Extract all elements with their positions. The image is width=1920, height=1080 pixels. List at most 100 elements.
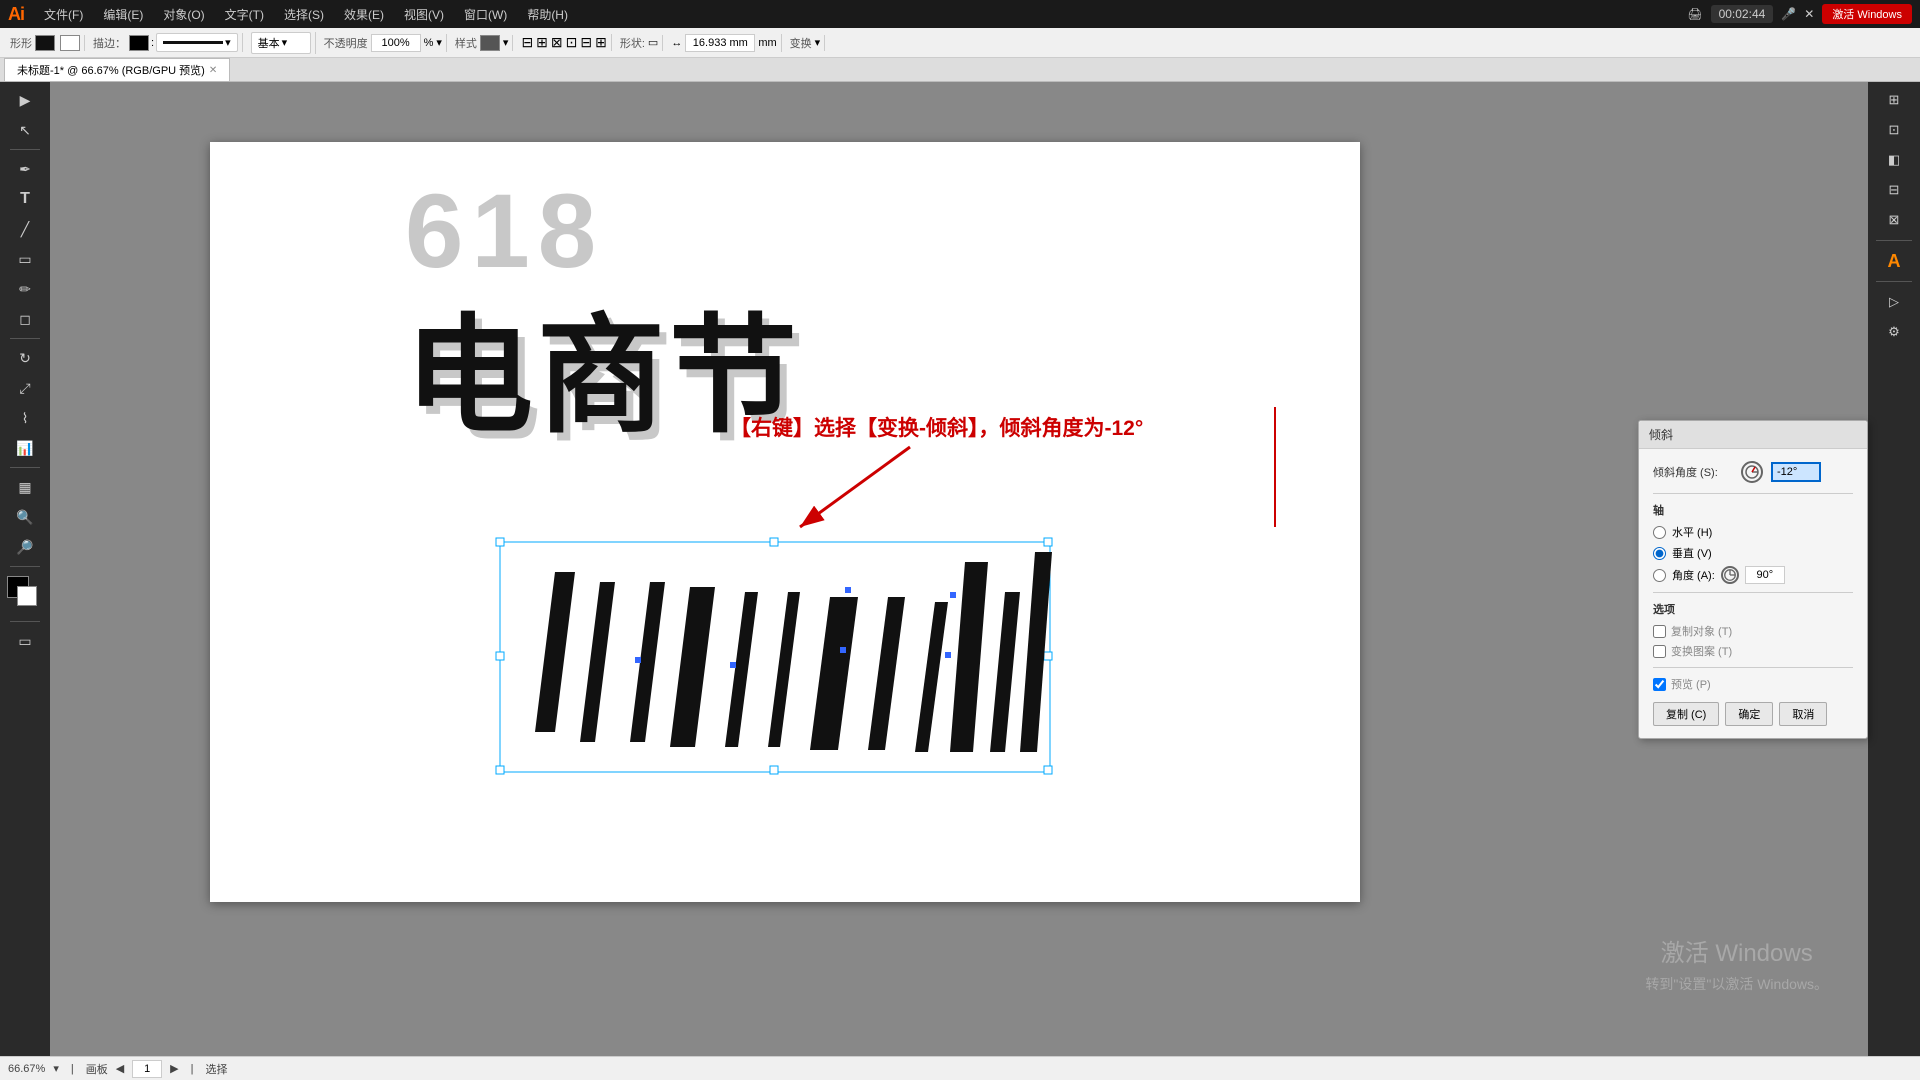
align-left-icon[interactable]: ⊟ bbox=[521, 34, 533, 51]
mm-label: mm bbox=[758, 37, 776, 49]
zoom-chevron[interactable]: ▾ bbox=[53, 1062, 59, 1075]
shape-icon: ▭ bbox=[648, 36, 658, 49]
select-tool-btn[interactable]: ▶ bbox=[7, 86, 43, 114]
right-panel-layers-btn[interactable]: A bbox=[1876, 247, 1912, 275]
bottom-bar: 66.67% ▾ | 画板 ◀ ▶ | 选择 bbox=[0, 1056, 1920, 1080]
page-prev-btn[interactable]: ◀ bbox=[116, 1062, 124, 1075]
rotate-tool-btn[interactable]: ↻ bbox=[7, 344, 43, 372]
copy-objects-checkbox[interactable] bbox=[1653, 625, 1666, 638]
menu-effect[interactable]: 效果(E) bbox=[336, 4, 392, 25]
style-chevron[interactable]: ▾ bbox=[503, 36, 509, 49]
top-right-area: 🖨 00:02:44 🎤 ✕ 激活 Windows bbox=[1687, 4, 1912, 24]
right-panel-divider bbox=[1876, 240, 1912, 241]
menu-bar: Ai 文件(F) 编辑(E) 对象(O) 文字(T) 选择(S) 效果(E) 视… bbox=[0, 0, 1920, 28]
page-indicator: 画板 bbox=[86, 1061, 108, 1077]
menu-help[interactable]: 帮助(H) bbox=[519, 4, 576, 25]
stroke-color-swatch[interactable] bbox=[60, 35, 80, 51]
graph-tool-btn[interactable]: 📊 bbox=[7, 434, 43, 462]
warp-tool-btn[interactable]: ⌇ bbox=[7, 404, 43, 432]
transform-group: 形状: ▭ bbox=[616, 35, 663, 51]
menu-object[interactable]: 对象(O) bbox=[155, 4, 212, 25]
dialog-divider-3 bbox=[1653, 667, 1853, 668]
tool-options-group: 形形 bbox=[6, 35, 85, 51]
tab-close-btn[interactable]: ✕ bbox=[209, 65, 217, 76]
canvas-area[interactable]: 618 电商节 电商节 【右键】选择【变换-倾斜】，倾斜角度为-12° bbox=[50, 82, 1868, 1056]
ok-button[interactable]: 确定 bbox=[1725, 702, 1773, 726]
direct-select-btn[interactable]: ↖ bbox=[7, 116, 43, 144]
scale-tool-btn[interactable]: ⤢ bbox=[7, 374, 43, 402]
right-panel-btn-2[interactable]: ⊡ bbox=[1876, 116, 1912, 144]
copy-button[interactable]: 复制 (C) bbox=[1653, 702, 1719, 726]
right-panel-btn-1[interactable]: ⊞ bbox=[1876, 86, 1912, 114]
align-center-icon[interactable]: ⊞ bbox=[536, 34, 548, 51]
page-number-input[interactable] bbox=[132, 1060, 162, 1078]
shape-tool-btn[interactable]: ▭ bbox=[7, 245, 43, 273]
artboard: 618 电商节 电商节 【右键】选择【变换-倾斜】，倾斜角度为-12° bbox=[210, 142, 1360, 902]
style-dropdown[interactable]: 基本 ▾ bbox=[251, 32, 311, 54]
eyedropper-btn[interactable]: 🔍 bbox=[7, 503, 43, 531]
gradient-tool-btn[interactable]: ▦ bbox=[7, 473, 43, 501]
toolbar-divider-3 bbox=[10, 467, 40, 468]
angle-radio[interactable] bbox=[1653, 569, 1666, 582]
right-panel-play-btn[interactable]: ▷ bbox=[1876, 288, 1912, 316]
shear-dialog-title: 倾斜 bbox=[1639, 421, 1867, 449]
stroke-swatch[interactable] bbox=[129, 35, 149, 51]
angle-value-input[interactable] bbox=[1745, 566, 1785, 584]
stroke-dropdown[interactable]: ▾ bbox=[156, 33, 238, 52]
menu-file[interactable]: 文件(F) bbox=[36, 4, 91, 25]
fill-label: 形形 bbox=[10, 35, 32, 51]
angle-radio-label: 角度 (A): bbox=[1672, 567, 1715, 583]
right-panel-settings-btn[interactable]: ⚙ bbox=[1876, 318, 1912, 346]
dialog-pointer-line bbox=[1260, 407, 1290, 527]
dialog-divider-2 bbox=[1653, 592, 1853, 593]
menu-window[interactable]: 窗口(W) bbox=[456, 4, 515, 25]
align-top-icon[interactable]: ⊡ bbox=[566, 34, 578, 51]
line-tool-btn[interactable]: ╱ bbox=[7, 215, 43, 243]
document-tab[interactable]: 未标题-1* @ 66.67% (RGB/GPU 预览) ✕ bbox=[4, 58, 230, 81]
width-input[interactable] bbox=[685, 34, 755, 52]
right-panel-btn-3[interactable]: ◧ bbox=[1876, 146, 1912, 174]
page-next-btn[interactable]: ▶ bbox=[170, 1062, 178, 1075]
activate-windows-btn[interactable]: 激活 Windows bbox=[1822, 4, 1912, 24]
menu-text[interactable]: 文字(T) bbox=[217, 4, 272, 25]
vertical-radio-row: 垂直 (V) bbox=[1653, 545, 1853, 561]
eraser-tool-btn[interactable]: ◻ bbox=[7, 305, 43, 333]
transform-chevron[interactable]: ▾ bbox=[815, 36, 821, 49]
vertical-radio[interactable] bbox=[1653, 547, 1666, 560]
close-icon[interactable]: ✕ bbox=[1804, 7, 1814, 21]
copy-patterns-checkbox[interactable] bbox=[1653, 645, 1666, 658]
pen-tool-btn[interactable]: ✒ bbox=[7, 155, 43, 183]
transform-label-group: 变换 ▾ bbox=[786, 35, 826, 51]
style-swatch[interactable] bbox=[480, 35, 500, 51]
horizontal-radio[interactable] bbox=[1653, 526, 1666, 539]
right-panel-btn-5[interactable]: ⊠ bbox=[1876, 206, 1912, 234]
dialog-buttons: 复制 (C) 确定 取消 bbox=[1653, 702, 1853, 726]
background-color[interactable] bbox=[17, 586, 37, 606]
stroke-group: 描边： : ▾ bbox=[89, 33, 243, 52]
print-icon: 🖨 bbox=[1687, 7, 1702, 21]
align-middle-icon[interactable]: ⊟ bbox=[580, 34, 592, 51]
align-right-icon[interactable]: ⊠ bbox=[551, 34, 563, 51]
distribute-icon[interactable]: ⊞ bbox=[595, 34, 607, 51]
toolbar-divider-2 bbox=[10, 338, 40, 339]
type-tool-btn[interactable]: T bbox=[7, 185, 43, 213]
opacity-chevron[interactable]: ▾ bbox=[436, 36, 442, 49]
transform-label: 变换 bbox=[790, 35, 812, 51]
shear-angle-input[interactable] bbox=[1771, 462, 1821, 482]
right-panel: ⊞ ⊡ ◧ ⊟ ⊠ A ▷ ⚙ bbox=[1868, 82, 1920, 1056]
right-panel-btn-4[interactable]: ⊟ bbox=[1876, 176, 1912, 204]
screen-mode-btn[interactable]: ▭ bbox=[7, 627, 43, 655]
shear-angle-label: 倾斜角度 (S): bbox=[1653, 464, 1733, 480]
zoom-tool-btn[interactable]: 🔎 bbox=[7, 533, 43, 561]
cancel-button[interactable]: 取消 bbox=[1779, 702, 1827, 726]
menu-edit[interactable]: 编辑(E) bbox=[95, 4, 151, 25]
menu-select[interactable]: 选择(S) bbox=[276, 4, 332, 25]
preview-checkbox[interactable] bbox=[1653, 678, 1666, 691]
watermark: 激活 Windows 转到"设置"以激活 Windows。 bbox=[1645, 933, 1828, 996]
fill-color-swatch[interactable] bbox=[35, 35, 55, 51]
menu-view[interactable]: 视图(V) bbox=[396, 4, 452, 25]
style-group: 样式 ▾ bbox=[451, 35, 514, 51]
zoom-display: 66.67% bbox=[8, 1063, 45, 1075]
paint-tool-btn[interactable]: ✏ bbox=[7, 275, 43, 303]
opacity-input[interactable] bbox=[371, 34, 421, 52]
